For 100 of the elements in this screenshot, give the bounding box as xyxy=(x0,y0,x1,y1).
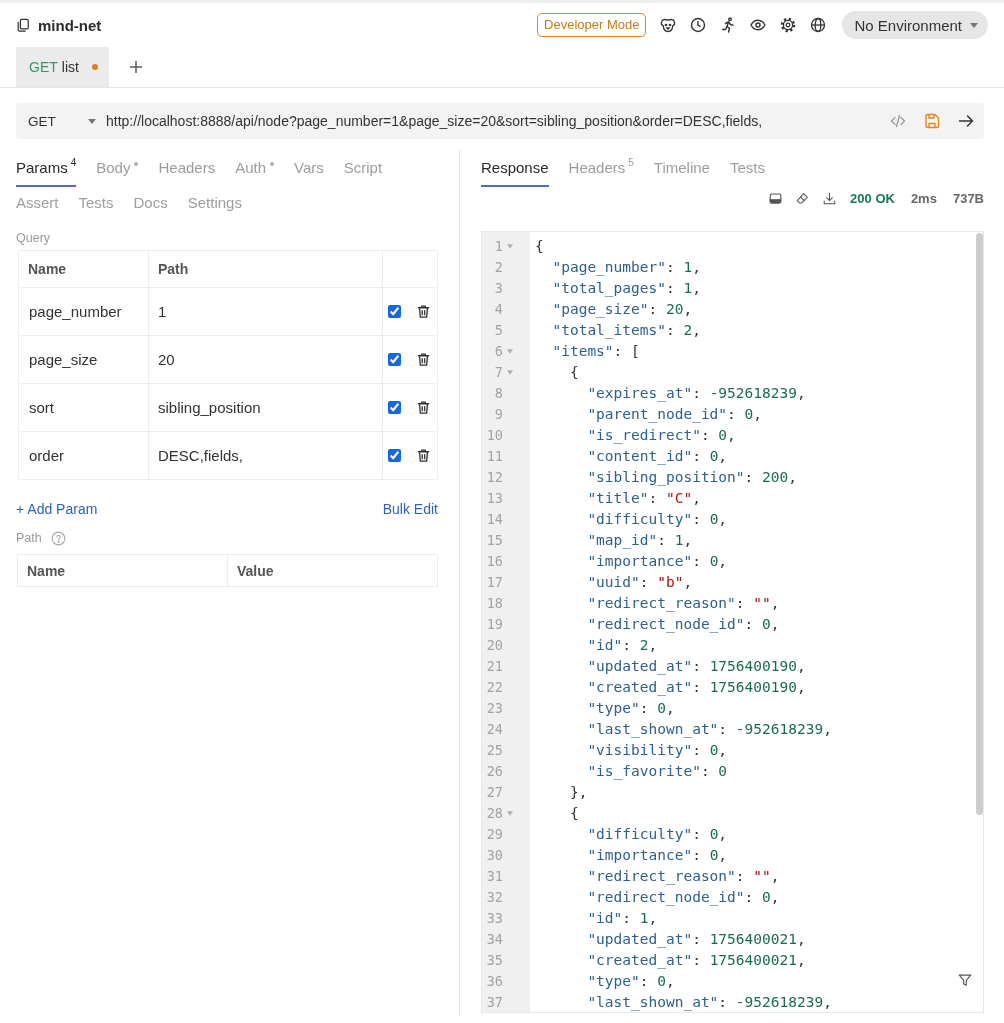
line-number: 5 xyxy=(493,321,503,340)
request-tab[interactable]: GET list xyxy=(16,47,109,87)
line-number: 6 xyxy=(493,342,503,361)
param-name-field[interactable]: order xyxy=(18,431,149,480)
code-line: "is_favorite": 0 xyxy=(587,763,728,779)
tab[interactable]: Response xyxy=(481,158,549,187)
code-line: "items": [ xyxy=(552,343,640,359)
line-number: 32 xyxy=(485,888,503,907)
eye-icon[interactable] xyxy=(750,17,767,33)
line-number: 4 xyxy=(493,300,503,319)
trash-icon[interactable] xyxy=(416,304,431,319)
line-number: 20 xyxy=(485,636,503,655)
caret-icon xyxy=(88,118,96,124)
line-number: 11 xyxy=(485,447,503,466)
section-label: Query xyxy=(16,230,52,246)
eraser-icon[interactable] xyxy=(796,191,810,205)
add-param-link[interactable]: + Add Param xyxy=(16,499,98,519)
method-label: GET xyxy=(29,59,58,75)
response-time: 2ms xyxy=(910,190,937,206)
enable-checkbox[interactable] xyxy=(388,305,401,318)
plus-icon[interactable] xyxy=(128,60,143,74)
running-person-icon[interactable] xyxy=(720,17,737,33)
panel-layout-icon[interactable] xyxy=(769,191,783,205)
workspace-title: mind-net xyxy=(38,16,102,34)
line-number: 29 xyxy=(485,825,503,844)
response-size: 737B xyxy=(952,190,984,206)
trash-icon[interactable] xyxy=(416,352,431,367)
line-number: 34 xyxy=(485,930,503,949)
code-line: "map_id": 1, xyxy=(587,532,693,548)
trash-icon[interactable] xyxy=(416,448,431,463)
param-value-field[interactable]: DESC,fields, xyxy=(148,431,383,480)
code-line: "importance": 0, xyxy=(587,553,728,569)
code-line: "updated_at": 1756400190, xyxy=(587,658,806,674)
code-line: "difficulty": 0, xyxy=(587,826,728,842)
code-line: "redirect_node_id": 0, xyxy=(587,889,780,905)
arrow-right-icon[interactable] xyxy=(958,113,974,129)
line-number: 10 xyxy=(485,426,503,445)
column-header: Name xyxy=(18,250,149,288)
code-line: "redirect_reason": "", xyxy=(587,595,780,611)
clock-icon[interactable] xyxy=(690,17,707,33)
code-line: "uuid": "b", xyxy=(587,574,693,590)
code-line: }, xyxy=(569,784,588,800)
code-line: "created_at": 1756400190, xyxy=(587,679,806,695)
param-name-field[interactable]: sort xyxy=(18,383,149,432)
bulk-edit-link[interactable]: Bulk Edit xyxy=(382,499,438,519)
tab-count: 5 xyxy=(628,158,634,168)
line-number: 9 xyxy=(493,405,503,424)
scrollbar-thumb[interactable] xyxy=(976,233,983,815)
enable-checkbox[interactable] xyxy=(388,449,401,462)
settings-icon[interactable] xyxy=(780,17,797,33)
line-number: 17 xyxy=(485,573,503,592)
line-number: 1 xyxy=(493,237,503,256)
line-number: 13 xyxy=(485,489,503,508)
param-value-field[interactable]: 20 xyxy=(148,335,383,384)
method-dropdown[interactable]: GET xyxy=(28,113,96,129)
line-number: 15 xyxy=(485,531,503,550)
url-field[interactable]: http://localhost:8888/api/node?page_number=1&page_size=20&sort=sibling_position&order=DESC,fields, xyxy=(106,113,890,129)
column-header: Value xyxy=(227,554,438,587)
param-name-field[interactable]: page_number xyxy=(18,287,149,336)
line-number: 12 xyxy=(485,468,503,487)
code-line: "visibility": 0, xyxy=(587,742,728,758)
globe-icon[interactable] xyxy=(810,17,827,33)
trash-icon[interactable] xyxy=(416,400,431,415)
enable-checkbox[interactable] xyxy=(388,353,401,366)
line-number: 21 xyxy=(485,657,503,676)
line-number: 35 xyxy=(485,951,503,970)
copy-icon xyxy=(16,18,30,32)
environment-dropdown[interactable]: No Environment xyxy=(842,11,988,39)
line-number: 28 xyxy=(485,804,503,823)
line-number: 22 xyxy=(485,678,503,697)
code-line: "redirect_reason": "", xyxy=(587,868,780,884)
param-value-field[interactable]: sibling_position xyxy=(148,383,383,432)
code-line: "expires_at": -952618239, xyxy=(587,385,806,401)
line-number: 37 xyxy=(485,993,503,1012)
code-line: "type": 0, xyxy=(587,700,675,716)
filter-icon[interactable] xyxy=(958,973,972,987)
code-line: { xyxy=(569,364,579,380)
code-line: "page_size": 20, xyxy=(552,301,693,317)
code-line: "content_id": 0, xyxy=(587,448,728,464)
param-name-field[interactable]: page_size xyxy=(18,335,149,384)
line-number: 30 xyxy=(485,846,503,865)
tab-count: 4 xyxy=(70,158,77,168)
param-value-field[interactable]: 1 xyxy=(148,287,383,336)
line-number: 24 xyxy=(485,720,503,739)
request-name: list xyxy=(61,59,79,75)
download-icon[interactable] xyxy=(823,191,837,205)
tab[interactable]: Params $^{4}$ xyxy=(16,158,77,187)
line-number: 7 xyxy=(493,363,503,382)
code-line: { xyxy=(569,805,579,821)
code-line: "parent_node_id": 0, xyxy=(587,406,762,422)
code-line: "created_at": 1756400021, xyxy=(587,952,806,968)
code-line: "last_shown_at": -952618239, xyxy=(587,721,832,737)
enable-checkbox[interactable] xyxy=(388,401,401,414)
line-number: 18 xyxy=(485,594,503,613)
dog-face-icon[interactable] xyxy=(660,17,677,33)
developer-mode-badge[interactable]: Developer Mode xyxy=(537,13,647,37)
code-line: { xyxy=(535,238,544,254)
line-number: 8 xyxy=(493,384,503,403)
line-number: 33 xyxy=(485,909,503,928)
code-line: "importance": 0, xyxy=(587,847,728,863)
